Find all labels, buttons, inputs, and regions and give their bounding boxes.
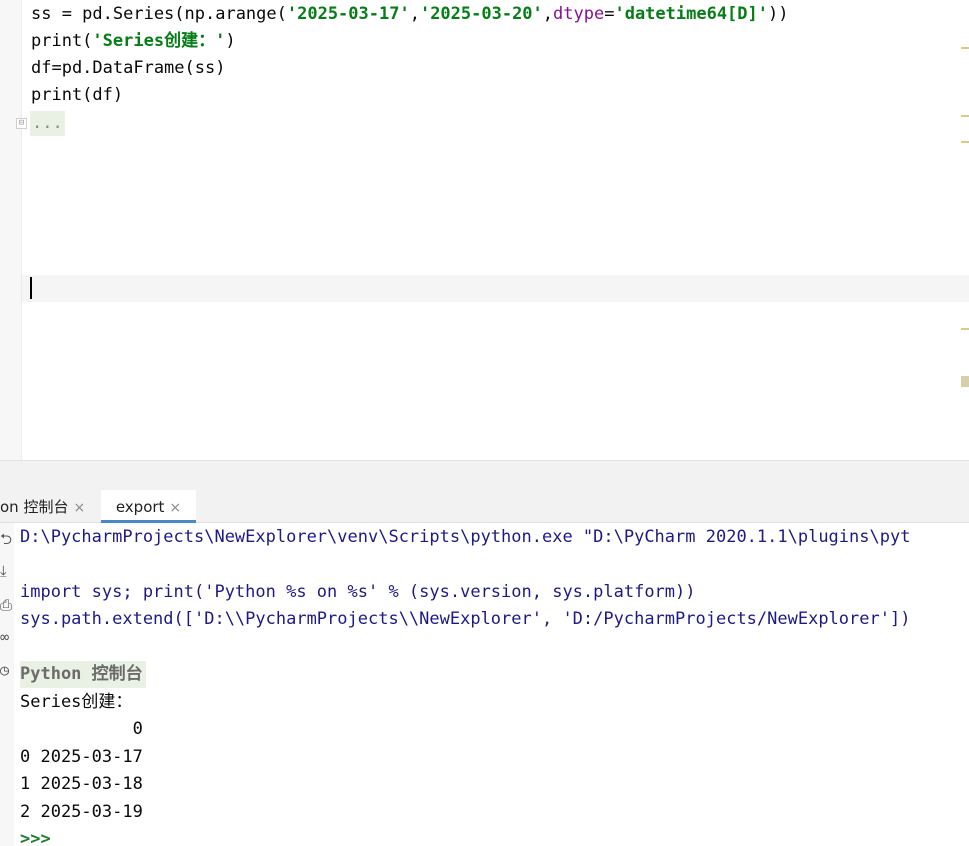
- error-stripe-mark[interactable]: [961, 328, 969, 330]
- glasses-icon[interactable]: ∞: [0, 628, 14, 646]
- tab-python-console[interactable]: on 控制台 ×: [0, 490, 92, 522]
- tool-window-header: [0, 460, 969, 491]
- close-icon[interactable]: ×: [73, 500, 85, 516]
- code-token: print(df): [31, 85, 124, 105]
- close-icon[interactable]: ×: [169, 500, 181, 516]
- code-token: ss = pd.Series(np.arange(: [31, 4, 287, 24]
- console-prompt[interactable]: >>>: [20, 826, 51, 846]
- string-token: '2025-03-17': [286, 4, 410, 24]
- current-line-highlight: [22, 275, 969, 302]
- error-stripe-mark[interactable]: [961, 115, 969, 117]
- keyword-token: dtype: [553, 4, 605, 24]
- tab-label: on 控制台: [0, 498, 69, 516]
- fold-toggle-icon[interactable]: ⊟: [16, 118, 27, 129]
- code-line-1[interactable]: ss = pd.Series(np.arange('2025-03-17','2…: [31, 1, 788, 28]
- code-token: df=pd.DataFrame(ss): [31, 58, 226, 78]
- scroll-to-end-icon[interactable]: ⤓: [0, 562, 14, 580]
- python-console[interactable]: ⮌ ⤓ ⎙ ∞ ◷ D:\PycharmProjects\NewExplorer…: [0, 523, 969, 846]
- console-output-line: 0: [20, 719, 143, 739]
- console-output-line: 2 2025-03-19: [20, 802, 143, 822]
- error-stripe-mark[interactable]: [961, 141, 969, 143]
- code-token: ): [225, 31, 236, 51]
- code-line-3[interactable]: df=pd.DataFrame(ss): [31, 55, 225, 82]
- string-token: 'datetime64[D]': [614, 4, 768, 24]
- console-tab-bar: on 控制台 × export ×: [0, 490, 969, 523]
- tab-export[interactable]: export ×: [101, 490, 196, 523]
- console-output-line: Series创建：: [20, 692, 133, 712]
- console-line: import sys; print('Python %s on %s' % (s…: [20, 582, 696, 602]
- code-line-2[interactable]: print('Series创建：'): [31, 28, 236, 55]
- code-token: print(: [31, 31, 93, 51]
- code-token: =: [604, 4, 615, 24]
- error-stripe-mark[interactable]: [961, 376, 969, 387]
- string-token: 'Series创建：': [92, 31, 226, 51]
- code-token: ,: [542, 4, 554, 24]
- code-editor[interactable]: ss = pd.Series(np.arange('2025-03-17','2…: [0, 0, 969, 460]
- string-token: '2025-03-20': [419, 4, 543, 24]
- console-banner: Python 控制台: [20, 661, 146, 688]
- console-line: D:\PycharmProjects\NewExplorer\venv\Scri…: [20, 527, 911, 547]
- code-line-4[interactable]: print(df): [31, 82, 123, 109]
- console-line: sys.path.extend(['D:\\PycharmProjects\\N…: [20, 609, 911, 629]
- error-stripe-mark[interactable]: [961, 47, 969, 49]
- history-icon[interactable]: ◷: [0, 661, 14, 679]
- console-output-line: 1 2025-03-18: [20, 774, 143, 794]
- soft-wrap-icon[interactable]: ⮌: [0, 529, 14, 554]
- print-icon[interactable]: ⎙: [0, 596, 14, 614]
- text-caret: [30, 277, 32, 299]
- code-token: ,: [409, 4, 420, 24]
- folded-code-placeholder[interactable]: ...: [30, 111, 65, 136]
- code-token: )): [768, 4, 789, 24]
- editor-gutter[interactable]: [0, 0, 22, 460]
- tab-label: export: [115, 498, 165, 516]
- console-output-line: 0 2025-03-17: [20, 747, 143, 767]
- console-toolbar: ⮌ ⤓ ⎙ ∞ ◷: [0, 523, 14, 846]
